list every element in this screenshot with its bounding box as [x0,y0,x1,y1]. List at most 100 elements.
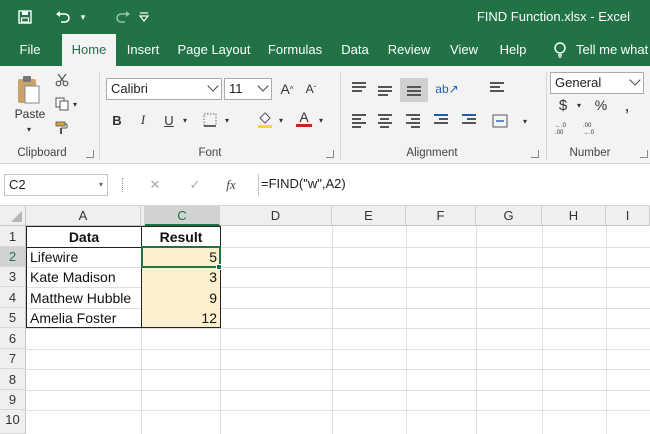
underline-button[interactable]: U [160,110,178,130]
row-header-2[interactable]: 2 [0,247,26,267]
insert-function-icon[interactable]: fx [222,176,240,194]
currency-dropdown-icon[interactable]: ▾ [574,98,584,112]
group-divider [99,72,100,160]
align-right-icon[interactable] [406,114,420,130]
tab-file[interactable]: File [10,34,50,66]
lightbulb-icon[interactable] [550,34,570,66]
paste-label[interactable]: Paste [10,106,50,122]
clipboard-launcher-icon[interactable] [86,150,94,158]
window-title: FIND Function.xlsx - Excel [476,9,630,24]
tab-formulas[interactable]: Formulas [266,34,324,66]
column-header-g[interactable]: G [476,206,542,226]
cell-a5[interactable]: Amelia Foster [27,308,141,328]
svg-text:←.0: ←.0 [555,123,567,129]
row-header-10[interactable]: 10 [0,410,26,434]
paste-icon[interactable] [12,72,44,108]
cut-icon[interactable] [54,72,70,88]
row-header-8[interactable]: 8 [0,369,26,390]
font-color-dropdown-icon[interactable]: ▾ [316,112,326,128]
column-header-d[interactable]: D [220,206,332,226]
column-header-f[interactable]: F [406,206,476,226]
merge-center-icon[interactable] [490,112,510,130]
font-launcher-icon[interactable] [326,150,334,158]
align-center-icon[interactable] [378,114,392,130]
decrease-indent-icon[interactable] [434,114,448,126]
formula-input[interactable]: =FIND("w",A2) [258,174,650,196]
underline-dropdown-icon[interactable]: ▾ [180,112,190,128]
increase-indent-icon[interactable] [462,114,476,126]
chevron-down-icon [207,80,219,92]
decrease-decimal-icon[interactable]: .00 →.0 [582,120,600,136]
select-all-corner[interactable] [0,206,26,226]
column-header-c[interactable]: C [145,206,220,226]
gridline [476,226,477,434]
column-header-h[interactable]: H [542,206,606,226]
copy-dropdown-icon[interactable]: ▾ [70,98,80,110]
borders-dropdown-icon[interactable]: ▾ [222,112,232,128]
format-painter-icon[interactable] [54,120,70,136]
row-header-7[interactable]: 7 [0,349,26,369]
tell-me-search[interactable]: Tell me what [576,34,650,66]
cell-c3[interactable]: 3 [142,267,220,287]
cell-c1[interactable]: Result [142,226,220,247]
row-header-3[interactable]: 3 [0,267,26,287]
tab-home[interactable]: Home [62,34,116,66]
row-header-4[interactable]: 4 [0,287,26,308]
wrap-text-icon[interactable] [490,82,504,94]
merge-dropdown-icon[interactable]: ▾ [520,114,530,128]
number-format-select[interactable]: General [550,72,644,94]
number-launcher-icon[interactable] [640,150,648,158]
tab-data[interactable]: Data [336,34,374,66]
tab-review[interactable]: Review [386,34,432,66]
enter-icon[interactable]: ✓ [186,176,204,194]
orientation-icon[interactable]: ab↗ [435,80,458,98]
cell-a1[interactable]: Data [27,226,141,247]
tab-page-layout[interactable]: Page Layout [176,34,252,66]
font-size-select[interactable]: 11 [224,78,272,100]
row-header-5[interactable]: 5 [0,308,26,328]
cell-a4[interactable]: Matthew Hubble [27,287,141,308]
tab-help[interactable]: Help [496,34,530,66]
gridline [406,226,407,434]
percent-button[interactable]: % [594,96,608,114]
row-header-9[interactable]: 9 [0,390,26,410]
cell-a2[interactable]: Lifewire [27,247,141,267]
copy-icon[interactable] [54,96,70,112]
align-bottom-button[interactable] [400,78,428,102]
bold-button[interactable]: B [108,110,126,130]
align-middle-icon[interactable] [378,86,392,98]
shrink-font-button[interactable]: Aˇ [302,80,320,98]
fill-handle[interactable] [216,264,222,270]
column-header-e[interactable]: E [332,206,406,226]
font-name-select[interactable]: Calibri [106,78,222,100]
fill-color-icon[interactable] [254,108,276,130]
paste-dropdown-icon[interactable]: ▾ [22,124,36,134]
font-color-button[interactable]: A [294,108,314,128]
cell-c4[interactable]: 9 [142,287,220,308]
alignment-launcher-icon[interactable] [531,150,539,158]
borders-icon[interactable] [200,110,220,130]
ribbon-tabs: File Home Insert Page Layout Formulas Da… [0,34,650,66]
grow-font-button[interactable]: A ^ [278,80,296,98]
cell-c5[interactable]: 12 [142,308,220,328]
align-bottom-icon [407,86,421,98]
italic-button[interactable]: I [134,110,152,130]
formula-bar-grip[interactable] [122,178,125,192]
increase-decimal-icon[interactable]: ←.0.00 [554,120,572,136]
tab-view[interactable]: View [446,34,482,66]
name-box[interactable]: C2 ▾ [4,174,108,196]
name-box-dropdown-icon[interactable]: ▾ [99,175,103,195]
row-header-1[interactable]: 1 [0,226,26,247]
align-left-icon[interactable] [352,114,366,130]
cell-a3[interactable]: Kate Madison [27,267,141,287]
tab-insert[interactable]: Insert [122,34,164,66]
cancel-icon[interactable]: ✕ [146,176,164,194]
comma-button[interactable]: , [620,95,634,115]
align-top-icon[interactable] [352,82,366,94]
column-header-i[interactable]: I [606,206,650,226]
column-header-a[interactable]: A [26,206,141,226]
currency-button[interactable]: $ [556,96,570,114]
row-header-6[interactable]: 6 [0,328,26,349]
fill-color-dropdown-icon[interactable]: ▾ [276,112,286,128]
gridline [26,410,650,411]
